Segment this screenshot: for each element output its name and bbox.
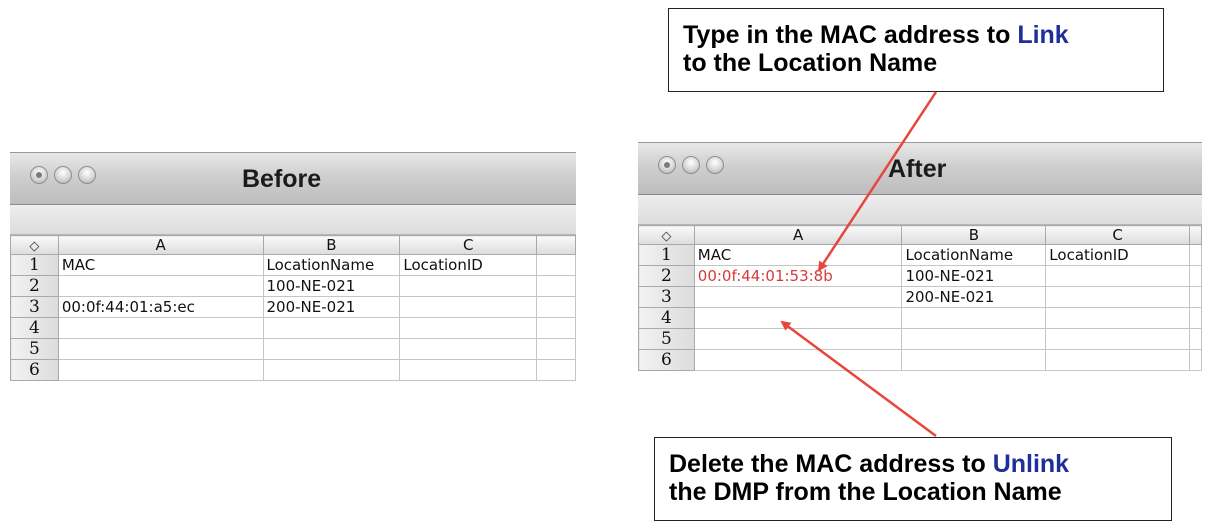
link-arrow: [817, 91, 938, 272]
unlink-arrow: [780, 320, 937, 438]
annotation-arrows: [780, 91, 938, 438]
